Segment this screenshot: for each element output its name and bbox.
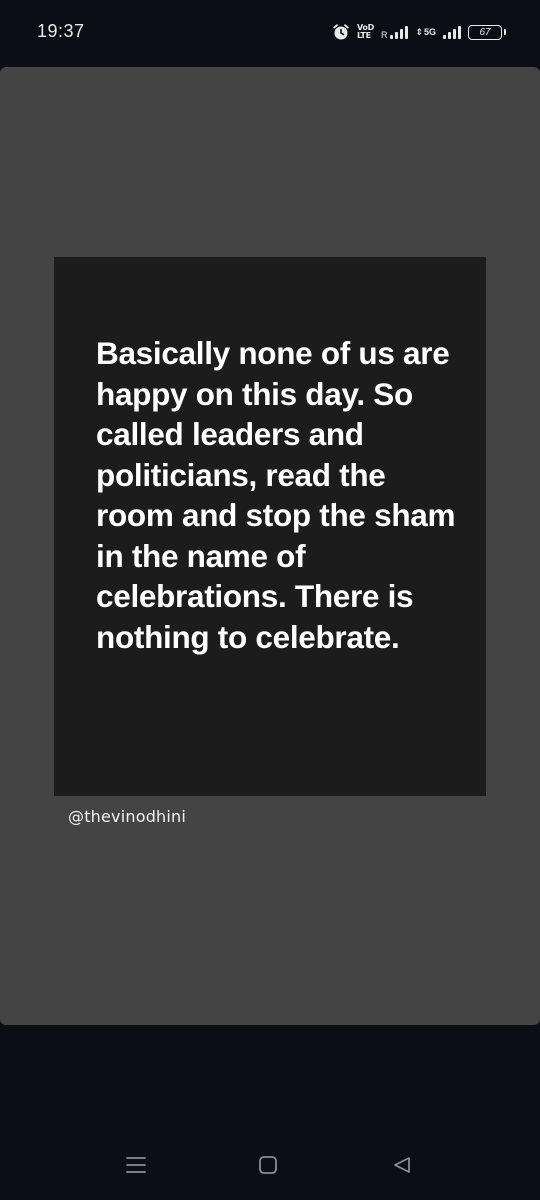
status-time: 19:37 bbox=[37, 21, 85, 41]
network-type-text: 5G bbox=[423, 26, 436, 37]
recent-apps-button[interactable] bbox=[121, 1150, 151, 1180]
battery-icon: 67 bbox=[468, 24, 506, 40]
author-handle: @thevinodhini bbox=[68, 807, 187, 826]
volte-bottom-label: LTE bbox=[356, 31, 371, 40]
network-type: ⇕ bbox=[415, 26, 423, 37]
menu-icon bbox=[126, 1157, 146, 1173]
status-icons: VoD LTE R ⇕ 5G 67 bbox=[332, 20, 506, 44]
quote-box: Basically none of us are happy on this d… bbox=[54, 257, 486, 796]
sim1-signal-icon bbox=[390, 25, 409, 39]
data-arrows-icon: ⇕ bbox=[415, 26, 423, 37]
home-icon bbox=[259, 1156, 277, 1174]
quote-text: Basically none of us are happy on this d… bbox=[96, 335, 456, 655]
back-button[interactable] bbox=[387, 1150, 417, 1180]
home-button[interactable] bbox=[253, 1150, 283, 1180]
network-type-label: 5G bbox=[423, 26, 436, 37]
volte-badge: VoD LTE bbox=[357, 24, 374, 40]
back-icon bbox=[394, 1157, 410, 1173]
post-image[interactable]: Basically none of us are happy on this d… bbox=[0, 67, 540, 1025]
status-bar: 19:37 VoD LTE R ⇕ 5G 67 bbox=[0, 0, 540, 62]
navigation-bar bbox=[0, 1130, 540, 1200]
battery-level: 67 bbox=[479, 26, 491, 38]
alarm-icon bbox=[332, 23, 350, 41]
sim1-roaming-label: R bbox=[380, 30, 388, 40]
sim2-signal-icon bbox=[443, 25, 461, 39]
screen: 19:37 VoD LTE R ⇕ 5G 67 Basically none o… bbox=[0, 0, 540, 1200]
